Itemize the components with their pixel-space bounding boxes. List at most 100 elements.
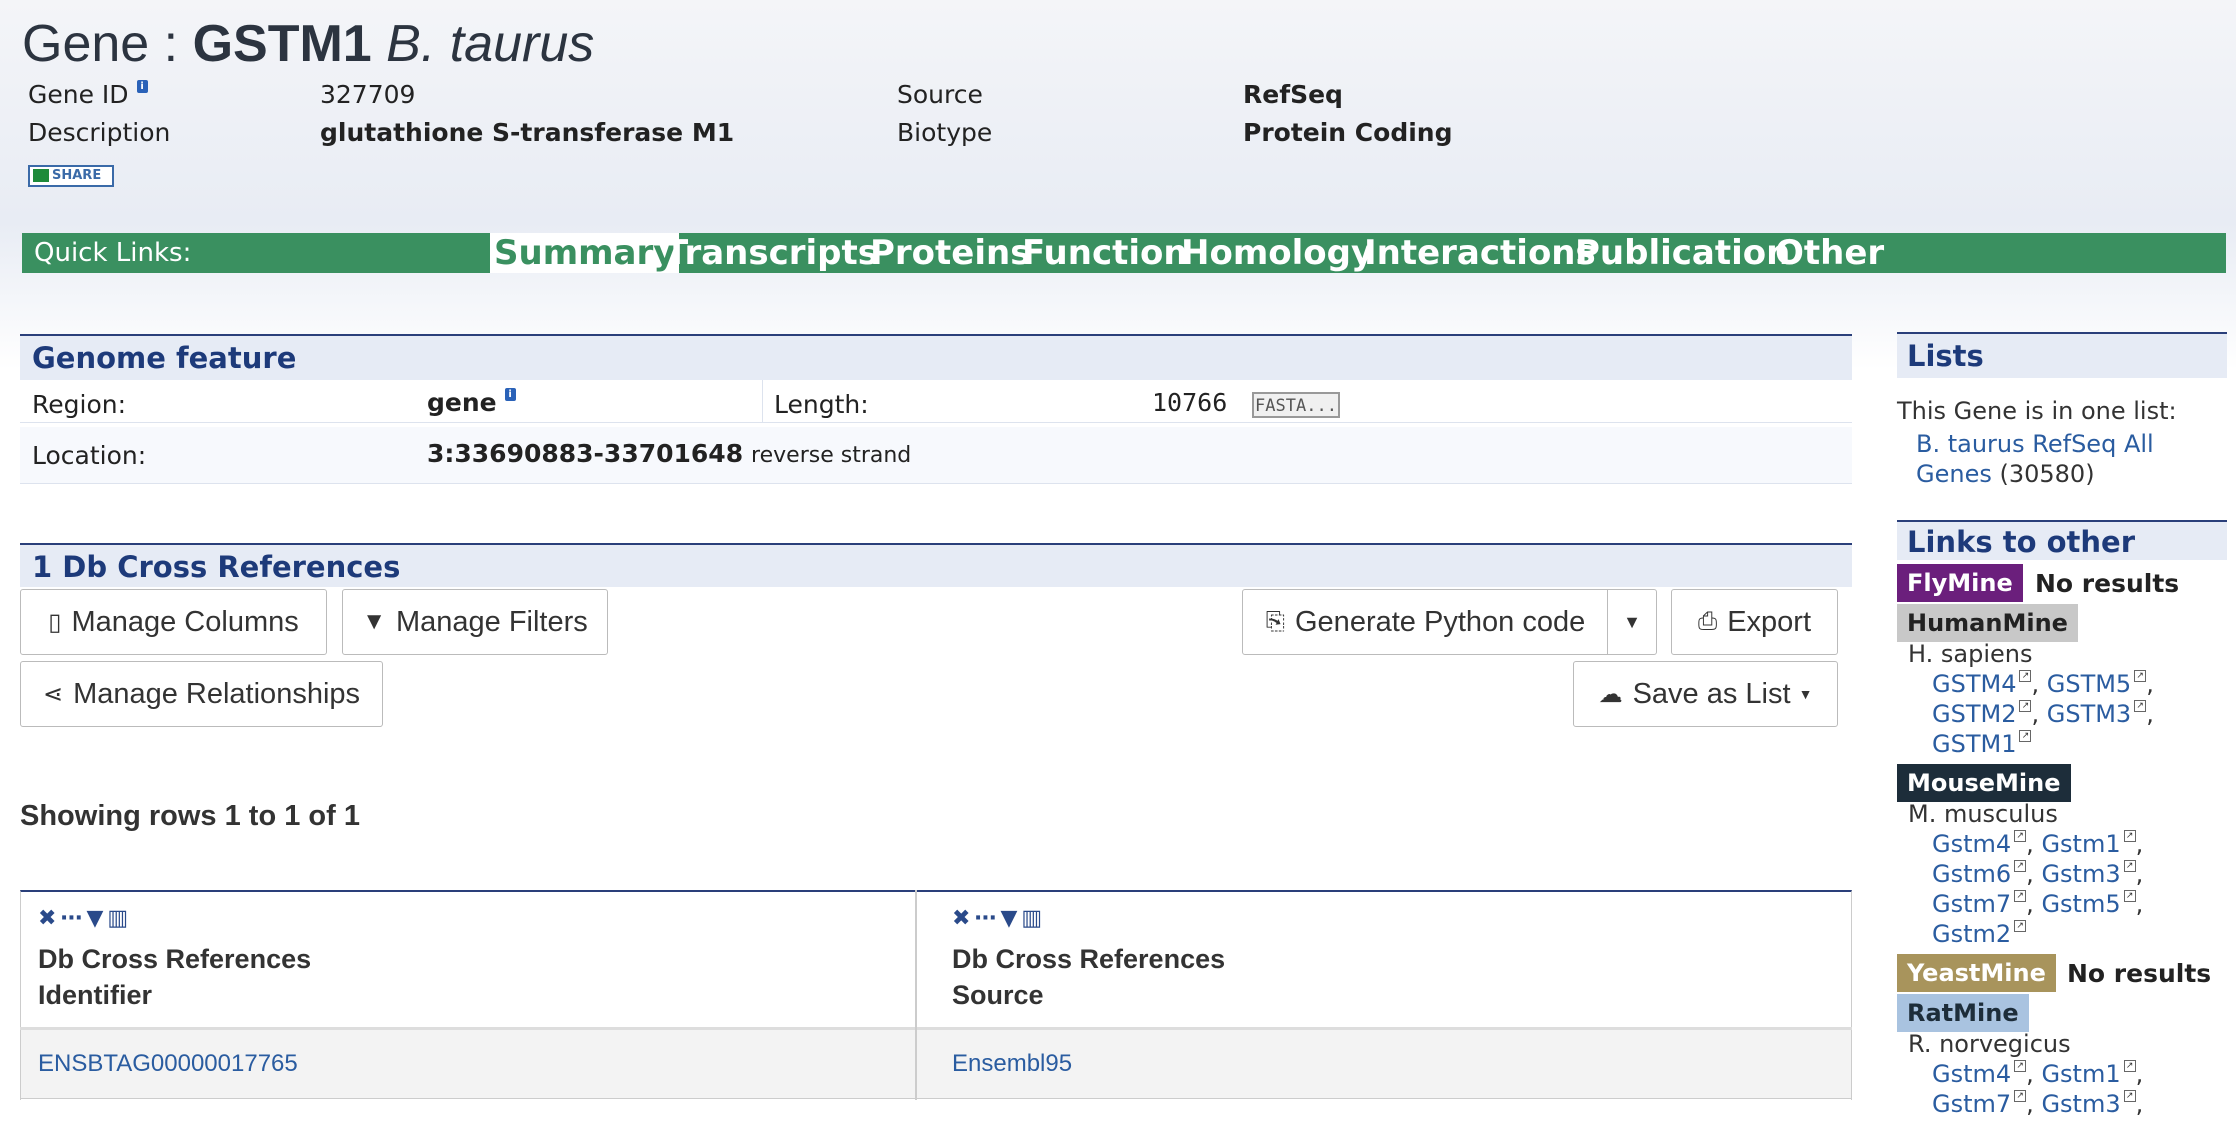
quick-links-label: Quick Links: — [34, 238, 192, 268]
gene-link[interactable]: Gstm3 — [2041, 1090, 2120, 1118]
humanmine-badge[interactable]: HumanMine — [1897, 604, 2078, 642]
generate-python-button[interactable]: ⎘ Generate Python code — [1242, 589, 1609, 655]
column-2-controls: ✖⋯▼▥ — [952, 906, 1046, 931]
other-mines-heading: Links to other Mines — [1897, 520, 2227, 599]
mousemine-genes-line1: Gstm4 ↗, Gstm1 ↗, — [1932, 830, 2144, 858]
manage-filters-button[interactable]: ▼ Manage Filters — [342, 589, 608, 655]
location-strand: reverse strand — [751, 443, 912, 468]
lists-heading: Lists — [1897, 332, 2227, 378]
column-header-line2: Source — [952, 980, 1044, 1010]
gene-symbol: GSTM1 — [192, 15, 372, 73]
gene-link[interactable]: Gstm7 — [1932, 890, 2011, 918]
biotype-label: Biotype — [897, 118, 993, 147]
tab-publication[interactable]: Publication — [1575, 233, 1790, 273]
gene-link[interactable]: GSTM5 — [2047, 670, 2131, 698]
share-icon — [33, 169, 49, 182]
manage-relationships-button[interactable]: ⋖ Manage Relationships — [20, 661, 383, 727]
identifier-link[interactable]: ENSBTAG00000017765 — [38, 1050, 298, 1078]
column-1-controls: ✖⋯▼▥ — [38, 906, 132, 931]
list-link[interactable]: B. taurus RefSeq All — [1916, 430, 2154, 458]
tab-summary[interactable]: Summary — [490, 233, 680, 273]
external-link-icon: ↗ — [2123, 1060, 2136, 1072]
tab-interactions[interactable]: Interactions — [1364, 233, 1596, 273]
column-header-identifier[interactable]: Db Cross References Identifier — [38, 941, 311, 1013]
gene-organism: B. taurus — [386, 15, 595, 73]
gene-link[interactable]: Gstm5 — [2041, 890, 2120, 918]
tab-homology[interactable]: Homology — [1181, 233, 1373, 273]
column-filter-icon[interactable]: ▼ — [86, 906, 107, 931]
gene-link[interactable]: Gstm4 — [1932, 830, 2011, 858]
gene-link[interactable]: Gstm6 — [1932, 860, 2011, 888]
mousemine-badge[interactable]: MouseMine — [1897, 764, 2071, 802]
mousemine-genes-line2: Gstm6 ↗, Gstm3 ↗, — [1932, 860, 2144, 888]
source-value: RefSeq — [1243, 80, 1343, 109]
column-menu-icon[interactable]: ⋯ — [60, 906, 86, 931]
info-icon[interactable]: i — [136, 80, 148, 93]
gene-link[interactable]: GSTM3 — [2047, 700, 2131, 728]
column-menu-icon[interactable]: ⋯ — [974, 906, 1000, 931]
source-label: Source — [897, 80, 983, 109]
flymine-badge[interactable]: FlyMine — [1897, 564, 2023, 602]
mousemine-genes-line4: Gstm2 ↗ — [1932, 920, 2027, 948]
save-as-list-button[interactable]: ☁ Save as List ▼ — [1573, 661, 1838, 727]
caret-down-icon: ▼ — [1798, 686, 1813, 702]
external-link-icon: ↗ — [2123, 1090, 2136, 1102]
description-label: Description — [28, 118, 171, 147]
region-row — [20, 380, 1852, 423]
quick-links-bar: Quick Links: Summary Transcripts Protein… — [22, 233, 2226, 273]
tab-function[interactable]: Function — [1022, 233, 1188, 273]
gene-link[interactable]: GSTM1 — [1932, 730, 2016, 758]
external-link-icon: ↗ — [2019, 700, 2032, 712]
share-button[interactable]: SHARE — [28, 165, 114, 187]
region-label: Region: — [32, 390, 127, 419]
remove-column-icon[interactable]: ✖ — [952, 906, 974, 931]
fasta-button[interactable]: FASTA... — [1252, 392, 1340, 418]
manage-columns-label: Manage Columns — [71, 605, 299, 638]
column-header-line1: Db Cross References — [952, 944, 1226, 974]
column-filter-icon[interactable]: ▼ — [1000, 906, 1021, 931]
code-language-dropdown[interactable]: ▼ — [1607, 589, 1657, 655]
external-link-icon: ↗ — [2014, 830, 2027, 842]
manage-columns-button[interactable]: ▯ Manage Columns — [20, 589, 327, 655]
gene-link[interactable]: Gstm4 — [1932, 1060, 2011, 1088]
list-name-line1: B. taurus RefSeq All — [1916, 430, 2154, 458]
column-summary-icon[interactable]: ▥ — [1021, 906, 1046, 931]
ratmine-genes-line1: Gstm4 ↗, Gstm1 ↗, — [1932, 1060, 2144, 1088]
gene-link[interactable]: Gstm1 — [2041, 1060, 2120, 1088]
share-label: SHARE — [52, 168, 102, 183]
ratmine-badge[interactable]: RatMine — [1897, 994, 2029, 1032]
gene-link[interactable]: GSTM4 — [1932, 670, 2016, 698]
title-prefix: Gene : — [22, 15, 193, 73]
tab-other[interactable]: Other — [1775, 233, 1884, 273]
list-link-line2: Genes (30580) — [1916, 460, 2095, 488]
remove-column-icon[interactable]: ✖ — [38, 906, 60, 931]
column-header-line2: Identifier — [38, 980, 153, 1010]
genome-feature-heading: Genome feature — [20, 334, 1852, 380]
manage-relationships-label: Manage Relationships — [73, 677, 361, 710]
list-name-line2[interactable]: Genes — [1916, 460, 1992, 488]
gene-link[interactable]: Gstm1 — [2041, 830, 2120, 858]
column-summary-icon[interactable]: ▥ — [107, 906, 132, 931]
external-link-icon: ↗ — [2123, 890, 2136, 902]
columns-icon: ▯ — [48, 608, 62, 636]
gene-link[interactable]: Gstm7 — [1932, 1090, 2011, 1118]
gene-link[interactable]: Gstm2 — [1932, 920, 2011, 948]
humanmine-genes-line3: GSTM1 ↗ — [1932, 730, 2032, 758]
code-file-icon: ⎘ — [1265, 608, 1285, 635]
export-button[interactable]: ⎙ Export — [1671, 589, 1838, 655]
gene-link[interactable]: GSTM2 — [1932, 700, 2016, 728]
location-label: Location: — [32, 441, 147, 470]
biotype-value: Protein Coding — [1243, 118, 1453, 147]
tab-transcripts[interactable]: Transcripts — [665, 233, 878, 273]
location-row — [20, 427, 1852, 484]
info-icon[interactable]: i — [504, 388, 516, 401]
share-nodes-icon: ⋖ — [42, 680, 64, 708]
source-link[interactable]: Ensembl95 — [952, 1050, 1072, 1078]
gene-link[interactable]: Gstm3 — [2041, 860, 2120, 888]
yeastmine-badge[interactable]: YeastMine — [1897, 954, 2056, 992]
external-link-icon: ↗ — [2014, 1060, 2027, 1072]
mousemine-organism: M. musculus — [1908, 800, 2058, 828]
flymine-no-results: No results — [2035, 569, 2180, 598]
tab-proteins[interactable]: Proteins — [870, 233, 1030, 273]
column-header-source[interactable]: Db Cross References Source — [952, 941, 1225, 1013]
